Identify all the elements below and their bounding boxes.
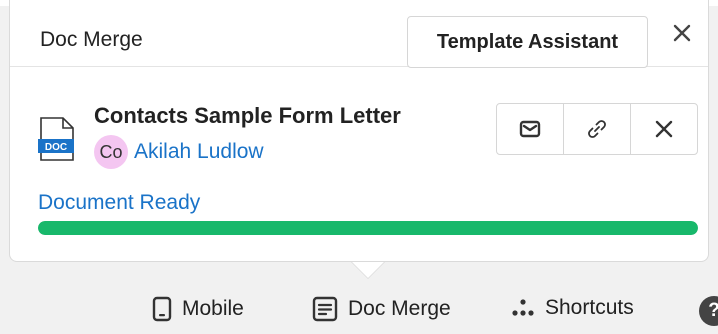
popover-pointer [352,262,384,278]
mobile-icon [152,296,172,322]
link-icon [588,120,606,138]
remove-document-button[interactable] [631,104,697,154]
document-owner: Co Akilah Ludlow [94,135,264,169]
document-title: Contacts Sample Form Letter [94,103,401,128]
document-action-group [496,103,698,155]
close-icon [673,24,691,42]
document-icon [312,296,338,322]
bottom-toolbar: Mobile Doc Merge Shortcuts [0,290,718,334]
doc-icon-label: DOC [45,142,67,153]
toolbar-shortcuts-button[interactable]: Shortcuts [511,296,634,320]
close-icon [655,120,673,138]
avatar: Co [94,135,128,169]
email-document-button[interactable] [497,104,564,154]
page: g g Doc Merge Template Assistant DOC Con… [0,0,718,334]
popover-header: Doc Merge Template Assistant [10,0,708,68]
toolbar-doc-merge-label: Doc Merge [348,297,451,320]
doc-file-icon: DOC [38,117,74,161]
doc-merge-popover: Doc Merge Template Assistant DOC Contact… [9,0,709,262]
toolbar-mobile-button[interactable]: Mobile [152,296,244,322]
progress-bar-fill [38,221,698,235]
toolbar-mobile-label: Mobile [182,297,244,320]
progress-bar [38,221,698,235]
toolbar-doc-merge-button[interactable]: Doc Merge [312,296,451,322]
close-popover-button[interactable] [665,16,699,50]
owner-name-link[interactable]: Akilah Ludlow [134,140,264,164]
shortcuts-icon [512,299,534,316]
template-assistant-button[interactable]: Template Assistant [407,16,648,68]
toolbar-shortcuts-label: Shortcuts [545,296,634,319]
popover-title: Doc Merge [40,28,143,51]
copy-link-button[interactable] [564,104,631,154]
email-icon [519,120,541,138]
document-status-link[interactable]: Document Ready [38,191,200,215]
